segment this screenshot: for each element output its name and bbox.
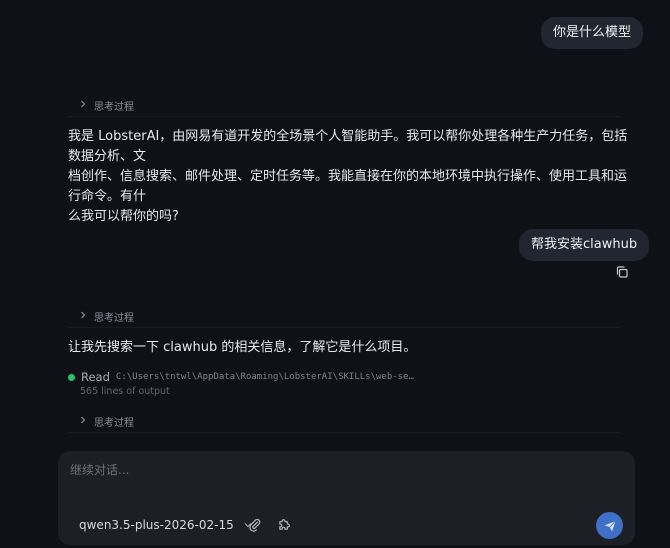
thinking-label: 思考过程	[94, 312, 134, 324]
message-input[interactable]	[70, 459, 610, 481]
thinking-toggle[interactable]: 思考过程	[68, 305, 620, 328]
user-message: 帮我安装clawhub	[519, 229, 650, 261]
tool-call-row[interactable]: Read C:\Users\tntwl\AppData\Roaming\Lobs…	[68, 368, 628, 386]
paperclip-icon[interactable]	[248, 518, 262, 532]
tool-path: C:\Users\tntwl\AppData\Roaming\LobsterAI…	[115, 372, 416, 382]
composer: qwen3.5-plus-2026-02-15	[58, 451, 635, 545]
user-message-text: 你是什么模型	[553, 25, 632, 40]
thinking-label: 思考过程	[94, 101, 134, 113]
user-message-text: 帮我安装clawhub	[531, 237, 638, 252]
thinking-toggle[interactable]: 思考过程	[68, 94, 620, 117]
model-selector[interactable]: qwen3.5-plus-2026-02-15	[79, 515, 253, 535]
send-button[interactable]	[596, 512, 623, 539]
assistant-message: 让我先搜索一下 clawhub 的相关信息，了解它是什么项目。	[68, 340, 417, 355]
puzzle-icon[interactable]	[277, 517, 292, 532]
chevron-right-icon	[76, 311, 90, 322]
send-icon	[604, 520, 616, 531]
chevron-right-icon	[76, 100, 90, 111]
thinking-label: 思考过程	[94, 417, 134, 429]
chevron-right-icon	[76, 416, 90, 427]
chat-view: 你是什么模型 思考过程 我是 LobsterAI，由网易有道开发的全场景个人智能…	[0, 0, 670, 548]
tool-output-summary: 565 lines of output	[80, 386, 170, 397]
user-message: 你是什么模型	[541, 17, 644, 49]
assistant-message: 我是 LobsterAI，由网易有道开发的全场景个人智能助手。我可以帮你处理各种…	[68, 129, 628, 224]
thinking-toggle[interactable]: 思考过程	[68, 410, 620, 433]
tool-name: Read	[81, 370, 110, 384]
status-dot	[68, 373, 75, 381]
model-name: qwen3.5-plus-2026-02-15	[79, 518, 234, 532]
copy-icon[interactable]	[615, 265, 629, 279]
